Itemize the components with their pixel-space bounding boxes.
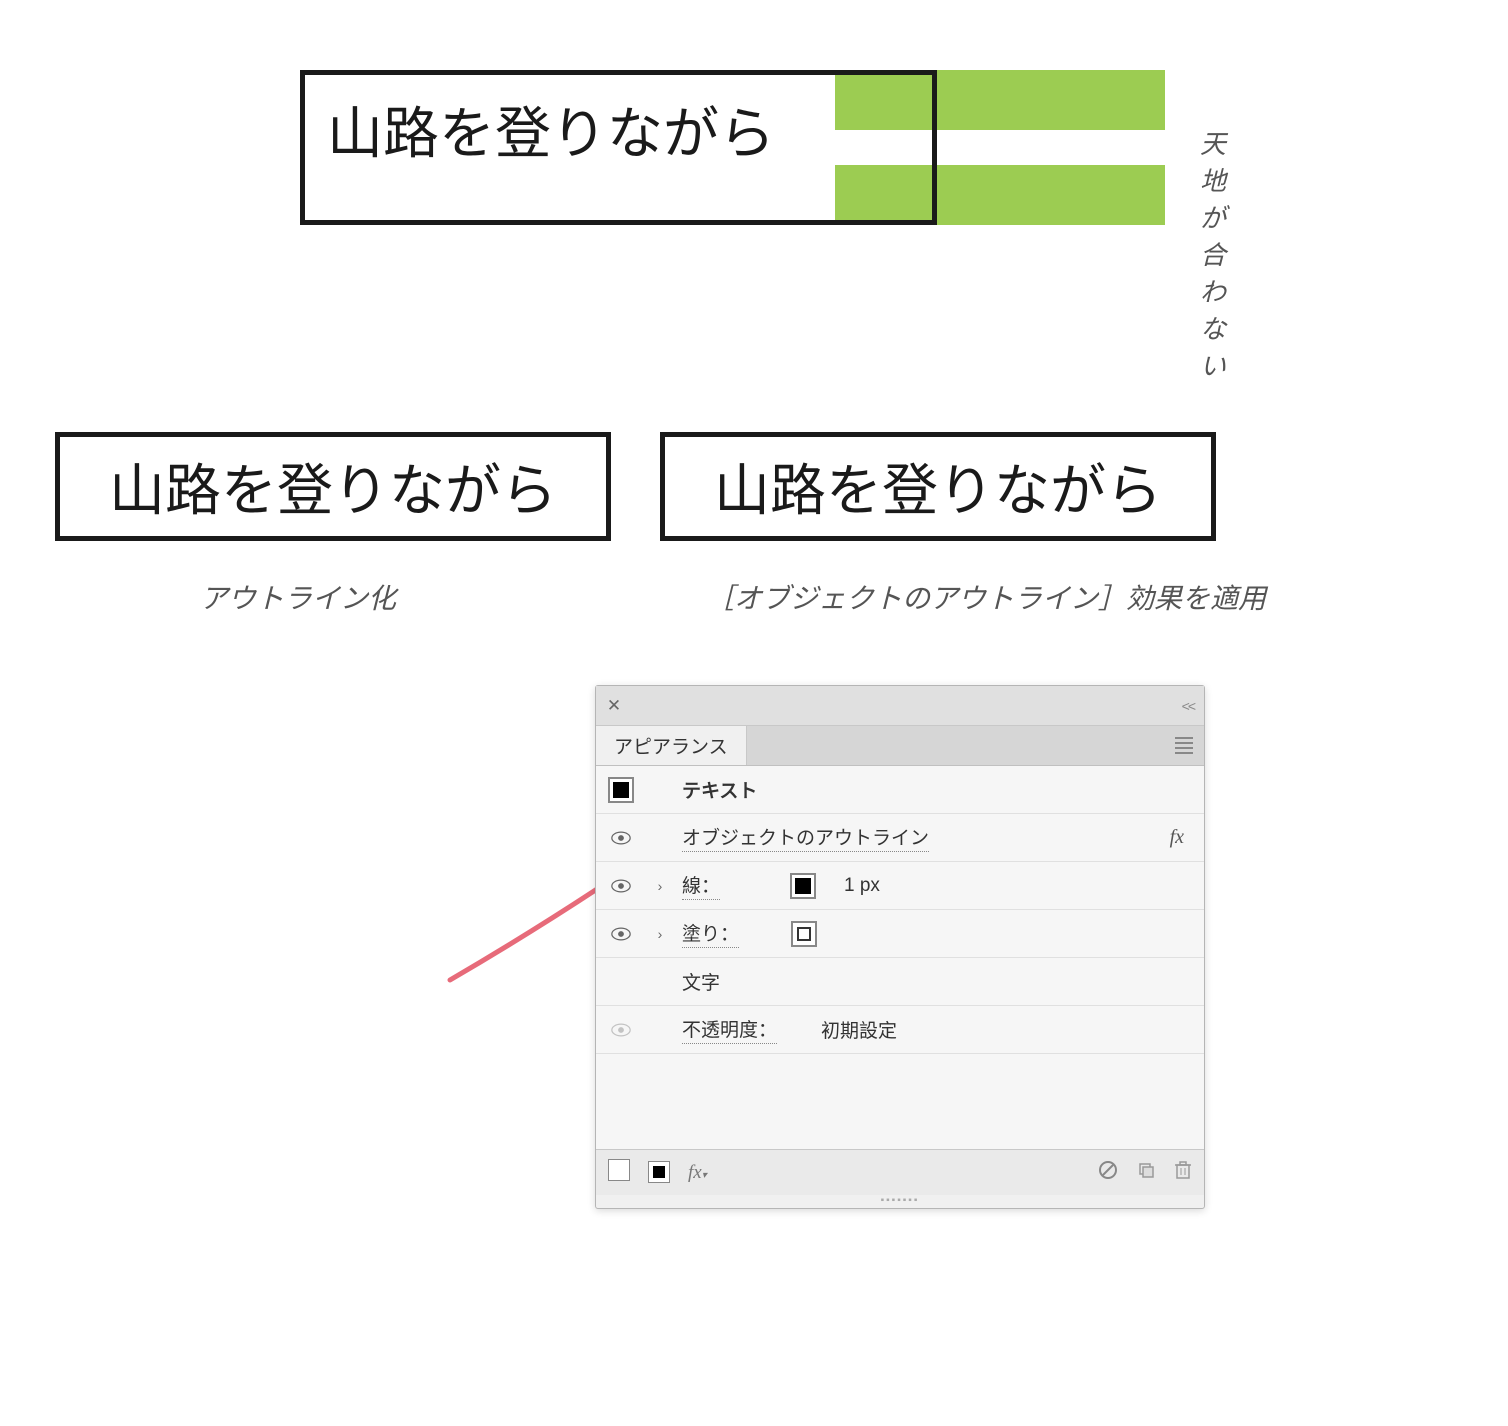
tab-label: アピアランス [614,732,728,759]
sample-text-box-top: 山路を登りながら [300,70,937,225]
expand-toggle[interactable]: › [648,926,672,942]
resize-grip[interactable]: ▪▪▪▪▪▪▪ [596,1195,1204,1208]
panel-menu-icon[interactable] [1164,726,1204,765]
appearance-row-target[interactable]: テキスト [596,766,1204,814]
visibility-toggle[interactable] [604,879,638,893]
visibility-toggle[interactable] [604,831,638,845]
top-illustration: 山路を登りながら 天地が合わない [300,70,1180,270]
stroke-value[interactable]: 1 px [844,875,880,897]
sample-text-left: 山路を登りながら [109,446,557,527]
panel-empty-area [596,1054,1204,1149]
visibility-toggle[interactable] [604,927,638,941]
collapse-icon[interactable]: << [1182,698,1194,714]
sample-text-right: 山路を登りながら [714,446,1162,527]
characters-label: 文字 [682,968,720,995]
clear-appearance-icon[interactable] [1098,1160,1118,1186]
fill-label: 塗り： [682,919,739,948]
no-stroke-icon[interactable] [608,1159,630,1187]
target-swatch [604,777,638,803]
fill-swatch-icon[interactable] [648,1161,670,1184]
appearance-row-effect[interactable]: オブジェクトのアウトライン fx [596,814,1204,862]
stroke-color-swatch[interactable] [790,873,816,899]
expand-toggle[interactable]: › [648,878,672,894]
sample-text-box-left: 山路を登りながら [55,432,611,541]
panel-tabbar: アピアランス [596,726,1204,766]
trash-icon[interactable] [1174,1160,1192,1186]
tab-appearance[interactable]: アピアランス [596,726,747,765]
sample-text-box-right: 山路を登りながら [660,432,1216,541]
appearance-row-characters[interactable]: 文字 [596,958,1204,1006]
appearance-row-stroke[interactable]: › 線： 1 px [596,862,1204,910]
target-label: テキスト [682,776,757,803]
opacity-label: 不透明度： [682,1015,777,1044]
annotation-right: ［オブジェクトのアウトライン］効果を適用 [706,577,1266,617]
add-effect-button[interactable]: fx▾ [688,1162,707,1184]
close-icon[interactable]: ✕ [596,696,632,716]
sample-text-top: 山路を登りながら [327,89,775,170]
duplicate-icon[interactable] [1136,1160,1156,1186]
fill-color-swatch[interactable] [791,921,817,947]
effect-label: オブジェクトのアウトライン [682,823,929,852]
visibility-toggle[interactable] [604,1023,638,1037]
annotation-top: 天地が合わない [1200,124,1226,383]
stroke-label: 線： [682,871,720,900]
fx-indicator: fx [1170,826,1184,849]
opacity-value: 初期設定 [821,1016,897,1043]
appearance-panel: ✕ << アピアランス テキスト オブジェクトのアウトライン fx [595,685,1205,1209]
appearance-row-opacity[interactable]: 不透明度： 初期設定 [596,1006,1204,1054]
appearance-row-fill[interactable]: › 塗り： [596,910,1204,958]
panel-titlebar: ✕ << [596,686,1204,726]
annotation-left: アウトライン化 [200,577,396,617]
panel-footer: fx▾ [596,1149,1204,1195]
panel-body: テキスト オブジェクトのアウトライン fx › 線： 1 px [596,766,1204,1149]
